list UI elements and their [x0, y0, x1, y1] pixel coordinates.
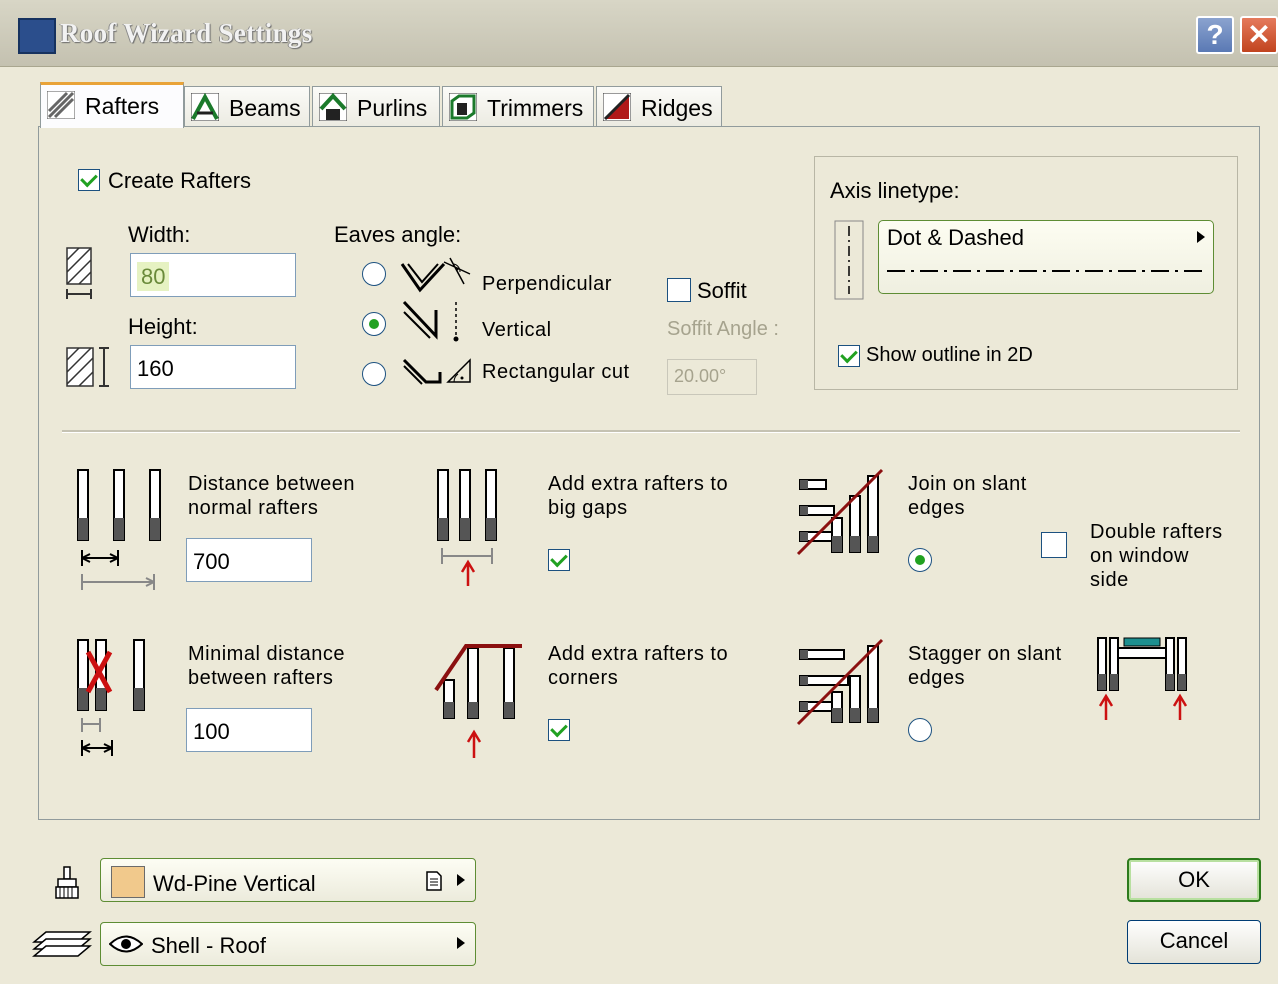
create-rafters-checkbox[interactable]	[78, 169, 100, 191]
trimmers-tab-icon	[449, 93, 477, 121]
axis-linetype-popup[interactable]: Dot & Dashed	[878, 220, 1214, 294]
layers-icon	[32, 931, 92, 957]
show-outline-label: Show outline in 2D	[866, 344, 1033, 366]
linetype-name: Dot & Dashed	[887, 225, 1024, 250]
eaves-vertical-radio[interactable]	[362, 312, 386, 336]
soffit-checkbox[interactable]	[667, 278, 691, 302]
width-icon	[66, 247, 92, 299]
tab-purlins[interactable]: Purlins	[312, 86, 440, 126]
eaves-angle-label: Eaves angle:	[334, 222, 462, 247]
big-gaps-label-1: Add extra rafters to	[548, 473, 729, 495]
stagger-slant-icon	[796, 638, 884, 726]
section-divider	[62, 430, 1240, 433]
width-value: 80	[137, 262, 170, 291]
big-gaps-checkbox[interactable]	[548, 549, 570, 571]
popup-arrow-icon	[457, 874, 465, 886]
eaves-perpendicular-radio[interactable]	[362, 262, 386, 286]
perpendicular-label: Perpendicular	[482, 273, 612, 295]
tab-beams[interactable]: Beams	[184, 86, 310, 126]
linetype-preview	[887, 270, 1205, 272]
close-button[interactable]: ✕	[1240, 16, 1278, 54]
width-field[interactable]: 80	[130, 253, 296, 297]
tab-label: Rafters	[85, 93, 160, 119]
app-icon	[18, 18, 56, 54]
big-gaps-icon	[437, 469, 497, 586]
window-double-rafters-icon	[1097, 637, 1188, 720]
brush-icon	[55, 866, 79, 899]
layer-name: Shell - Roof	[151, 933, 266, 958]
purlins-tab-icon	[319, 93, 347, 121]
material-popup[interactable]: Wd-Pine Vertical	[100, 858, 476, 902]
minimal-distance-icon	[77, 639, 145, 756]
axis-linetype-icon	[834, 220, 864, 300]
stagger-slant-label-1: Stagger on slant	[908, 643, 1062, 665]
join-slant-icon	[796, 468, 884, 556]
height-value: 160	[137, 356, 174, 381]
eaves-rectangular-radio[interactable]	[362, 362, 386, 386]
cancel-button[interactable]: Cancel	[1127, 920, 1261, 964]
min-distance-field[interactable]: 100	[186, 708, 312, 752]
material-swatch	[111, 866, 145, 898]
join-slant-label-2: edges	[908, 497, 965, 519]
soffit-label: Soffit	[697, 278, 747, 303]
double-rafters-label-1: Double rafters	[1090, 521, 1223, 543]
stagger-slant-radio[interactable]	[908, 718, 932, 742]
beams-tab-icon	[191, 93, 219, 121]
soffit-angle-field: 20.00°	[667, 359, 757, 395]
join-slant-label-1: Join on slant	[908, 473, 1027, 495]
rectangular-cut-label: Rectangular cut	[482, 361, 630, 383]
ridges-tab-icon	[603, 93, 631, 121]
rectangular-cut-icon	[402, 358, 471, 385]
popup-arrow-icon	[1197, 231, 1205, 243]
tab-trimmers[interactable]: Trimmers	[442, 86, 594, 126]
double-rafters-label-2: on window	[1090, 545, 1190, 567]
width-label: Width:	[128, 222, 191, 247]
normal-distance-field[interactable]: 700	[186, 538, 312, 582]
tab-label: Ridges	[641, 95, 713, 121]
perpendicular-cut-icon	[400, 257, 471, 293]
height-icon	[66, 347, 109, 387]
help-button[interactable]: ?	[1196, 16, 1234, 54]
layer-popup[interactable]: Shell - Roof	[100, 922, 476, 966]
rafters-tab-icon	[47, 91, 75, 119]
normal-distance-icon	[77, 469, 161, 590]
window-title: Roof Wizard Settings	[60, 18, 313, 48]
vertical-cut-icon	[402, 300, 459, 342]
stagger-slant-label-2: edges	[908, 667, 965, 689]
eye-icon	[109, 935, 143, 953]
corners-label-2: corners	[548, 667, 619, 689]
tab-ridges[interactable]: Ridges	[596, 86, 722, 126]
normal-distance-label-1: Distance between	[188, 473, 355, 495]
soffit-angle-label: Soffit Angle :	[667, 318, 779, 340]
corners-label-1: Add extra rafters to	[548, 643, 729, 665]
height-label: Height:	[128, 314, 198, 339]
double-rafters-label-3: side	[1090, 569, 1129, 591]
tab-label: Purlins	[357, 95, 428, 121]
tab-rafters[interactable]: Rafters	[40, 82, 184, 128]
double-rafters-checkbox[interactable]	[1041, 532, 1067, 558]
normal-distance-label-2: normal rafters	[188, 497, 319, 519]
corners-checkbox[interactable]	[548, 719, 570, 741]
height-field[interactable]: 160	[130, 345, 296, 389]
min-distance-label-2: between rafters	[188, 667, 334, 689]
axis-linetype-label: Axis linetype:	[830, 178, 960, 203]
corners-icon	[434, 644, 522, 758]
material-document-icon	[426, 871, 442, 891]
ok-button[interactable]: OK	[1127, 858, 1261, 902]
tab-label: Beams	[229, 95, 301, 121]
material-name: Wd-Pine Vertical	[153, 871, 316, 896]
create-rafters-label: Create Rafters	[108, 168, 252, 193]
show-outline-checkbox[interactable]	[838, 345, 860, 367]
min-distance-label-1: Minimal distance	[188, 643, 345, 665]
big-gaps-label-2: big gaps	[548, 497, 628, 519]
tab-label: Trimmers	[487, 95, 584, 121]
popup-arrow-icon	[457, 937, 465, 949]
join-slant-radio[interactable]	[908, 548, 932, 572]
vertical-label: Vertical	[482, 319, 552, 341]
